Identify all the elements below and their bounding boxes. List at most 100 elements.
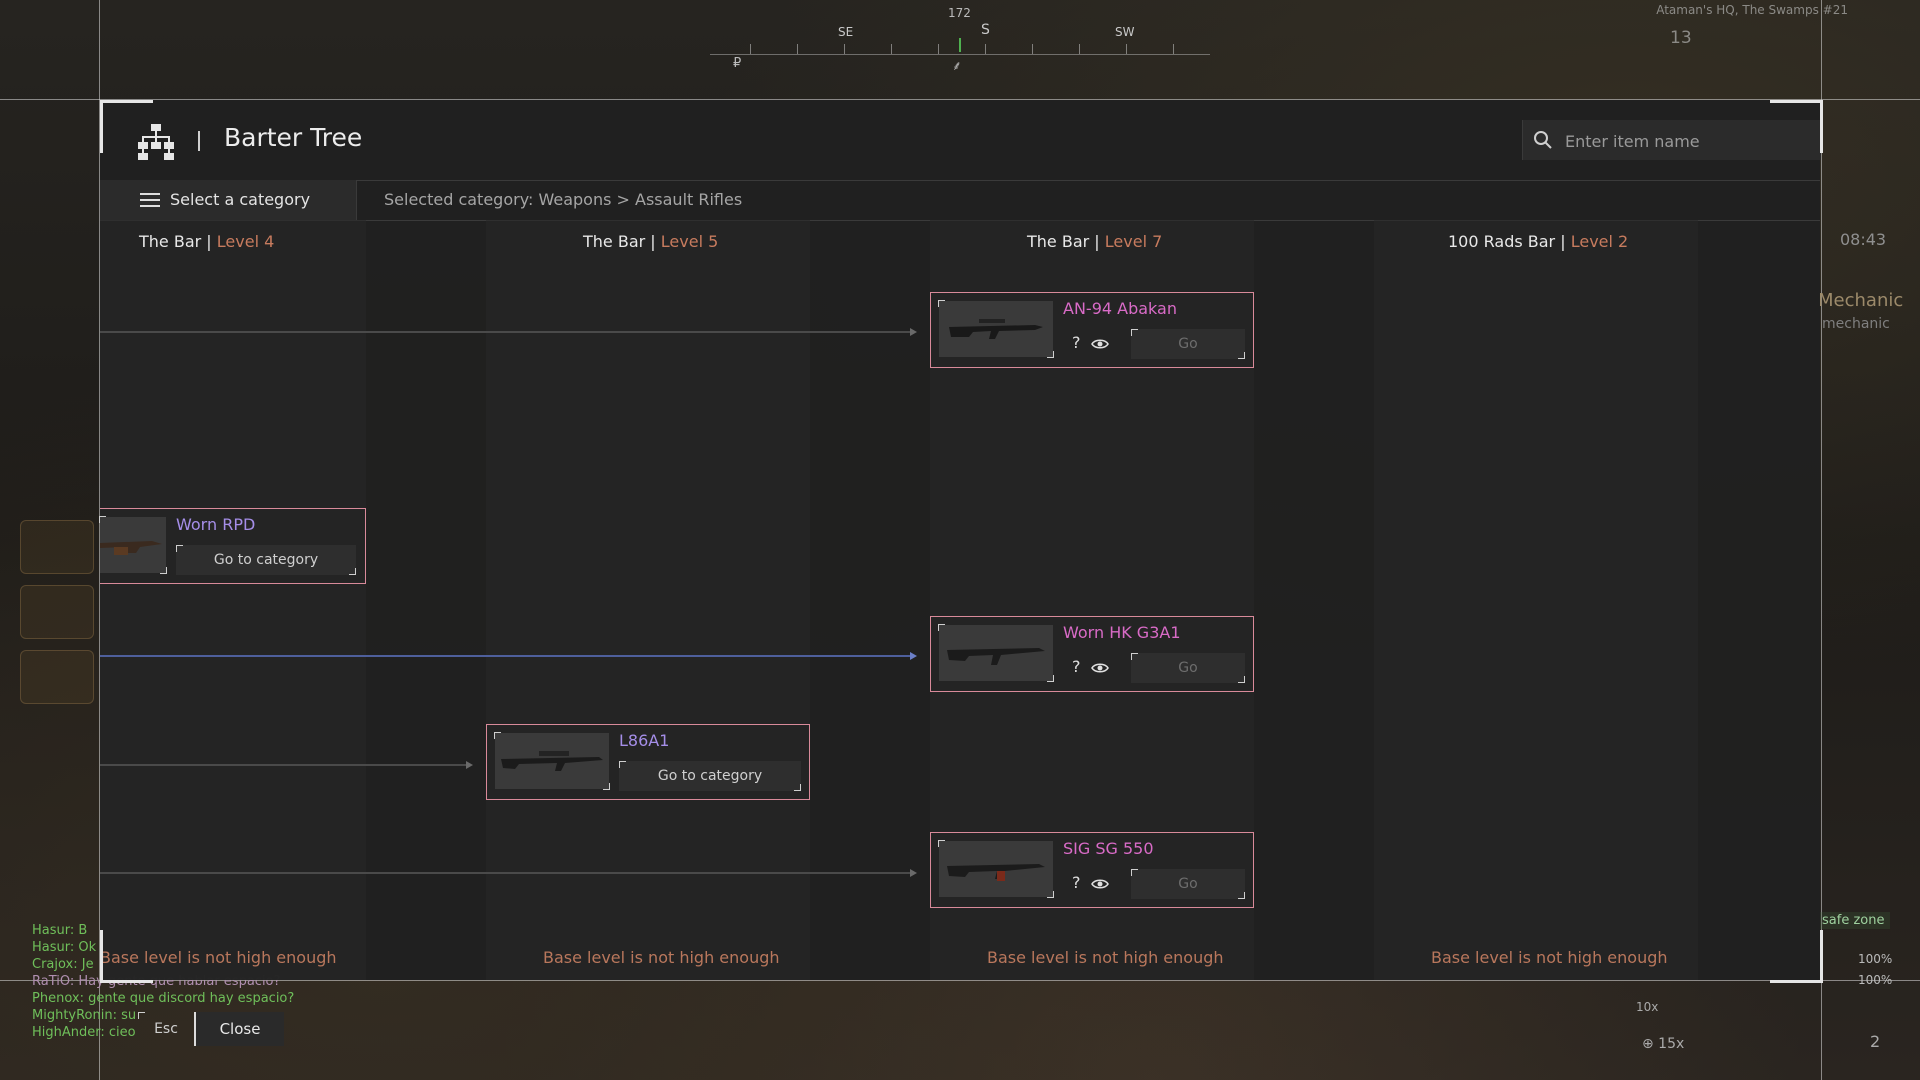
go-button[interactable]: Go (1131, 869, 1245, 899)
close-window-button[interactable]: Esc Close (138, 1012, 284, 1046)
item-name: Worn RPD (176, 515, 256, 534)
hud-quickslot (20, 520, 94, 574)
stack-count: ⊕ 15x (1642, 1036, 1685, 1052)
rifle-icon (501, 751, 603, 771)
header-separator: | (206, 232, 212, 251)
barter-item-card: Worn RPD Go to category (99, 508, 366, 584)
trader-level: Level 2 (1570, 232, 1629, 251)
hud-stat: 100% (1858, 973, 1893, 987)
chat-line: Phenox: gente que discord hay espacio? (32, 991, 295, 1006)
tree-connector (100, 655, 910, 657)
connector-arrow-icon (910, 328, 917, 336)
item-name: L86A1 (619, 731, 670, 750)
weapon-thumbnail (938, 300, 1054, 358)
tool-marker-icon: ⸙ (952, 59, 962, 74)
category-bar: Select a category Selected category: Wea… (100, 180, 1820, 221)
weapon-thumbnail (938, 624, 1054, 682)
trader-level: Level 7 (1104, 232, 1163, 251)
npc-role-title: Mechanic (1818, 290, 1904, 311)
connector-arrow-icon (910, 869, 917, 877)
barter-item-card: SIG SG 550 ? Go (930, 832, 1254, 908)
ammo-count: 2 (1870, 1032, 1881, 1051)
item-name: SIG SG 550 (1063, 839, 1154, 858)
tree-connector (100, 331, 910, 333)
column-header: The Bar | Level 7 (1027, 232, 1162, 251)
selected-category-breadcrumb: Selected category: Weapons > Assault Rif… (384, 190, 743, 209)
barter-item-card: L86A1 Go to category (486, 724, 810, 800)
help-icon[interactable]: ? (1072, 333, 1081, 352)
rifle-icon (947, 864, 1045, 881)
help-icon[interactable]: ? (1072, 657, 1081, 676)
trader-name: The Bar (1027, 232, 1090, 251)
trader-name: 100 Rads Bar (1448, 232, 1556, 251)
tree-connector (100, 872, 910, 874)
safe-zone-badge: safe zone (1816, 912, 1891, 929)
tree-connector (100, 764, 466, 766)
barter-item-card: AN-94 Abakan ? Go (930, 292, 1254, 368)
tier-column (100, 220, 366, 980)
connector-arrow-icon (466, 761, 473, 769)
tier-column (1374, 220, 1698, 980)
compass: 172 SE S SW ₽ ⸙ (710, 0, 1210, 90)
compass-needle (959, 38, 961, 52)
compass-dir-s: S (981, 22, 990, 38)
rifle-icon (100, 541, 162, 555)
search-icon (1534, 131, 1552, 149)
location-label: Ataman's HQ, The Swamps #21 (1656, 3, 1848, 17)
barter-tree-window: Barter Tree Select a category Selected c… (99, 100, 1821, 980)
npc-role-subtitle: mechanic (1822, 316, 1890, 332)
eye-icon[interactable] (1091, 877, 1109, 891)
trader-name: The Bar (139, 232, 202, 251)
go-to-category-button[interactable]: Go to category (176, 545, 356, 575)
column-header: The Bar | Level 5 (583, 232, 718, 251)
connector-arrow-icon (910, 652, 917, 660)
game-time: 08:43 (1840, 230, 1887, 249)
weapon-thumbnail (99, 516, 167, 574)
window-corner (100, 100, 153, 153)
column-header: 100 Rads Bar | Level 2 (1448, 232, 1628, 251)
trader-name: The Bar (583, 232, 646, 251)
item-name: Worn HK G3A1 (1063, 623, 1181, 642)
window-header: Barter Tree (100, 100, 1821, 181)
compass-heading: 172 (948, 6, 971, 20)
eye-icon[interactable] (1091, 337, 1109, 351)
esc-key-hint: Esc (138, 1012, 196, 1046)
help-icon[interactable]: ? (1072, 873, 1081, 892)
window-title: Barter Tree (224, 123, 363, 152)
trader-level: Level 4 (216, 232, 275, 251)
select-category-label: Select a category (170, 190, 311, 209)
weapon-thumbnail (938, 840, 1054, 898)
weapon-thumbnail (494, 732, 610, 790)
column-header: The Bar | Level 4 (139, 232, 274, 251)
hud-stat: 100% (1858, 952, 1893, 966)
item-name: AN-94 Abakan (1063, 299, 1177, 318)
compass-dir-se: SE (838, 25, 854, 39)
column-footer-warning: Base level is not high enough (543, 948, 780, 967)
trader-level: Level 5 (660, 232, 719, 251)
go-to-category-button[interactable]: Go to category (619, 761, 801, 791)
go-button[interactable]: Go (1131, 329, 1245, 359)
title-separator (198, 131, 200, 151)
quick-item-count: 10x (1636, 1000, 1659, 1014)
rifle-icon (949, 319, 1043, 339)
rifle-icon (947, 648, 1045, 665)
hud-counter: 13 (1670, 28, 1692, 48)
window-corner (1770, 930, 1823, 983)
column-footer-warning: Base level is not high enough (1431, 948, 1668, 967)
eye-icon[interactable] (1091, 661, 1109, 675)
header-separator: | (1560, 232, 1566, 251)
hud-quickslot (20, 650, 94, 704)
compass-dir-sw: SW (1115, 25, 1135, 39)
barter-item-card: Worn HK G3A1 ? Go (930, 616, 1254, 692)
close-label: Close (196, 1012, 284, 1046)
header-separator: | (650, 232, 656, 251)
header-separator: | (1094, 232, 1100, 251)
select-category-button[interactable]: Select a category (100, 180, 357, 220)
window-corner (100, 930, 153, 983)
column-footer-warning: Base level is not high enough (987, 948, 1224, 967)
tier-column (486, 220, 810, 980)
menu-icon (140, 193, 160, 207)
ruble-marker-icon: ₽ (733, 56, 742, 71)
go-button[interactable]: Go (1131, 653, 1245, 683)
window-corner (1770, 100, 1823, 153)
